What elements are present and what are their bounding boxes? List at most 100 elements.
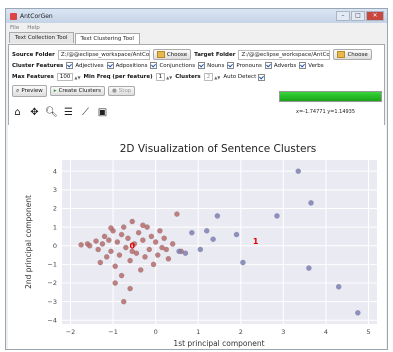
x-axis-label: 1st principal component bbox=[173, 339, 264, 348]
pan-icon[interactable]: ✥ bbox=[29, 107, 40, 118]
x-tick-label: 3 bbox=[281, 328, 285, 336]
progress-fill bbox=[280, 92, 381, 101]
data-point bbox=[118, 231, 125, 238]
data-point bbox=[97, 259, 104, 266]
data-point bbox=[174, 211, 180, 217]
zoom-icon[interactable]: 🔍︎ bbox=[45, 107, 58, 118]
data-point bbox=[127, 257, 133, 264]
source-choose-label: Choose bbox=[166, 51, 188, 58]
lines-icon[interactable]: ⟋ bbox=[80, 107, 91, 118]
save-icon[interactable]: ▣ bbox=[97, 107, 108, 118]
data-point bbox=[103, 254, 110, 260]
title-bar: AntCorGen – □ ✕ bbox=[6, 9, 387, 23]
max-features-input[interactable]: 100 bbox=[56, 73, 74, 81]
source-choose-button[interactable]: Choose bbox=[152, 49, 192, 60]
y-tick-label: 0 bbox=[53, 242, 57, 250]
close-icon[interactable]: ✕ bbox=[366, 11, 384, 21]
cluster-features-label: Cluster Features bbox=[12, 62, 64, 69]
data-point bbox=[106, 237, 112, 243]
params-row: Max Features 100 ▲▼ Min Freq (per feature… bbox=[12, 73, 270, 81]
checkbox-adpositions[interactable]: Adpositions bbox=[106, 62, 147, 69]
data-point bbox=[157, 228, 163, 234]
data-point bbox=[150, 261, 157, 268]
data-point bbox=[123, 244, 129, 251]
checkbox-pronouns[interactable]: Pronouns bbox=[227, 62, 262, 69]
folder-row: Source Folder Z:/@@eclipse_workspace/Ant… bbox=[12, 49, 375, 60]
data-point bbox=[182, 250, 189, 256]
home-icon[interactable]: ⌂ bbox=[12, 107, 23, 118]
data-point bbox=[86, 242, 93, 249]
maximize-icon[interactable]: □ bbox=[351, 11, 365, 21]
checkbox-conjunctions[interactable]: Conjunctions bbox=[150, 62, 195, 69]
data-point bbox=[112, 263, 119, 270]
data-point bbox=[197, 246, 204, 253]
data-point bbox=[99, 241, 106, 247]
data-point bbox=[169, 241, 176, 247]
data-point bbox=[93, 238, 99, 244]
x-tick-label: 5 bbox=[366, 328, 370, 336]
data-point bbox=[120, 298, 127, 305]
data-point bbox=[176, 248, 182, 255]
data-point bbox=[125, 235, 131, 242]
spinner-icon[interactable]: ▲▼ bbox=[166, 75, 172, 80]
checkbox-nouns[interactable]: Nouns bbox=[198, 62, 224, 69]
target-folder-label: Target Folder bbox=[194, 51, 236, 58]
menu-file[interactable]: File bbox=[10, 25, 19, 31]
spinner-icon[interactable]: ▲▼ bbox=[214, 75, 220, 80]
y-tick-label: −4 bbox=[47, 316, 57, 324]
spinner-icon[interactable]: ▲▼ bbox=[74, 75, 80, 80]
play-icon: ▸ bbox=[53, 88, 57, 94]
tab-bar: Text Collection Tool Text Clustering Too… bbox=[6, 32, 387, 44]
features-row: Cluster Features Adjectives Adpositions … bbox=[12, 62, 327, 69]
tab-text-collection[interactable]: Text Collection Tool bbox=[9, 32, 74, 43]
folder-icon bbox=[156, 51, 165, 58]
data-point bbox=[140, 237, 146, 243]
app-icon bbox=[10, 12, 17, 20]
checkbox-adjectives[interactable]: Adjectives bbox=[66, 62, 104, 69]
minimize-icon[interactable]: – bbox=[336, 11, 350, 21]
target-choose-label: Choose bbox=[347, 51, 368, 58]
data-point bbox=[129, 218, 136, 225]
data-point bbox=[146, 246, 153, 253]
data-point bbox=[114, 239, 121, 245]
y-tick-label: −1 bbox=[47, 261, 57, 269]
checkbox-adverbs[interactable]: Adverbs bbox=[264, 62, 296, 69]
data-point bbox=[306, 265, 312, 271]
y-axis-label: 2nd principal component bbox=[24, 195, 33, 289]
menu-help[interactable]: Help bbox=[27, 25, 40, 31]
data-point bbox=[118, 272, 125, 279]
cursor-coordinates: x=-1.74771 y=1.14935 bbox=[296, 109, 356, 115]
menu-bar: File Help bbox=[6, 23, 387, 32]
preview-button[interactable]: ⌕ Preview bbox=[12, 85, 47, 97]
y-tick-label: 3 bbox=[53, 186, 57, 194]
data-point bbox=[295, 168, 302, 174]
data-point bbox=[135, 229, 142, 236]
create-clusters-button[interactable]: ▸ Create Clusters bbox=[49, 86, 105, 96]
checkbox-auto-detect[interactable]: Auto Detect bbox=[223, 73, 267, 81]
tab-text-clustering[interactable]: Text Clustering Tool bbox=[74, 33, 140, 44]
min-freq-input[interactable]: 1 bbox=[155, 73, 166, 81]
x-tick-label: −1 bbox=[108, 328, 118, 336]
target-choose-button[interactable]: Choose bbox=[333, 49, 372, 60]
data-point bbox=[148, 233, 155, 240]
clusters-input[interactable]: 2 bbox=[203, 73, 214, 81]
source-folder-label: Source Folder bbox=[12, 51, 55, 58]
folder-icon bbox=[337, 51, 346, 58]
data-point bbox=[214, 213, 221, 219]
data-point bbox=[154, 252, 161, 258]
data-point bbox=[112, 280, 119, 286]
data-point bbox=[140, 222, 146, 229]
configure-icon[interactable]: ☰ bbox=[63, 107, 74, 118]
window-title: AntCorGen bbox=[20, 12, 53, 20]
min-freq-label: Min Freq (per feature) bbox=[83, 74, 153, 80]
data-point bbox=[137, 267, 144, 273]
target-folder-field[interactable]: Z:/@@eclipse_workspace/AntCor bbox=[238, 49, 331, 60]
stop-button[interactable]: ● Stop bbox=[107, 86, 136, 96]
data-point bbox=[127, 285, 133, 292]
data-point bbox=[355, 310, 361, 316]
checkbox-verbs[interactable]: Verbs bbox=[299, 62, 324, 69]
x-tick-label: 0 bbox=[154, 328, 158, 336]
stop-icon: ● bbox=[111, 88, 117, 94]
source-folder-field[interactable]: Z:/@@eclipse_workspace/AntCor bbox=[57, 49, 150, 60]
app-window: AntCorGen – □ ✕ File Help Text Collectio… bbox=[5, 8, 388, 350]
